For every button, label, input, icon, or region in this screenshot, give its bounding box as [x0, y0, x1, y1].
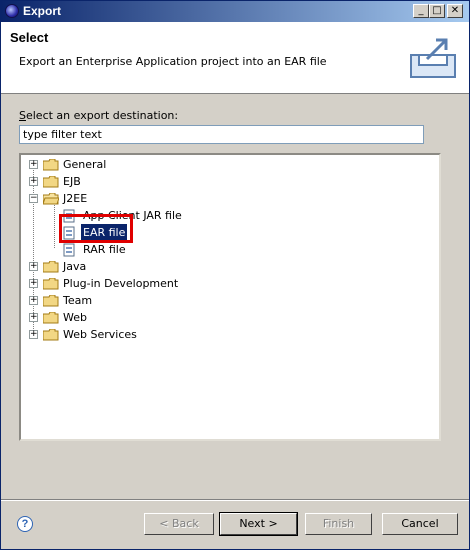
- open-folder-icon: [43, 193, 59, 205]
- expand-icon[interactable]: +: [29, 177, 38, 186]
- destination-tree[interactable]: + General + EJB − J2EE App Client JAR fi…: [19, 153, 441, 441]
- app-icon: [5, 4, 19, 18]
- tree-item-label: EJB: [63, 175, 81, 188]
- folder-icon: [43, 312, 59, 324]
- cancel-button[interactable]: Cancel: [382, 513, 458, 535]
- export-banner-icon: [410, 38, 456, 78]
- page-title: Select: [10, 30, 49, 45]
- expand-icon[interactable]: +: [29, 160, 38, 169]
- expand-icon[interactable]: +: [29, 296, 38, 305]
- tree-connector: [33, 165, 34, 333]
- destination-label-accel: S: [19, 109, 26, 122]
- destination-label-text: elect an export destination:: [25, 109, 179, 122]
- folder-icon: [43, 176, 59, 188]
- finish-button[interactable]: Finish: [305, 513, 372, 535]
- tree-item-label: Web Services: [63, 328, 137, 341]
- maximize-icon: □: [432, 5, 442, 16]
- file-icon: [63, 243, 75, 257]
- tree-item-label: J2EE: [63, 192, 88, 205]
- wizard-header: Select Export an Enterprise Application …: [1, 22, 469, 94]
- tree-item-label: Team: [63, 294, 93, 307]
- tree-item-label: Web: [63, 311, 87, 324]
- tree-item-label: Java: [63, 260, 87, 273]
- page-description: Export an Enterprise Application project…: [19, 55, 327, 68]
- filter-input[interactable]: type filter text: [19, 125, 424, 144]
- minimize-icon: _: [418, 5, 424, 16]
- button-bar-separator: [1, 499, 469, 501]
- collapse-icon[interactable]: −: [29, 194, 38, 203]
- folder-icon: [43, 261, 59, 273]
- export-dialog: Export _ □ ✕ Select Export an Enterprise…: [0, 0, 470, 550]
- next-button[interactable]: Next >: [219, 512, 298, 536]
- help-icon[interactable]: ?: [17, 516, 33, 532]
- folder-icon: [43, 159, 59, 171]
- folder-icon: [43, 295, 59, 307]
- close-button[interactable]: ✕: [447, 4, 463, 18]
- expand-icon[interactable]: +: [29, 262, 38, 271]
- title-bar[interactable]: Export _ □ ✕: [1, 1, 469, 22]
- destination-label: Select an export destination:: [19, 109, 178, 122]
- minimize-button[interactable]: _: [413, 4, 429, 18]
- window-title: Export: [23, 4, 62, 18]
- folder-icon: [43, 278, 59, 290]
- close-icon: ✕: [450, 5, 460, 16]
- tree-item-label: General: [63, 158, 107, 171]
- folder-icon: [43, 329, 59, 341]
- back-button[interactable]: < Back: [144, 513, 214, 535]
- expand-icon[interactable]: +: [29, 313, 38, 322]
- annotation-highlight-box: [59, 214, 133, 243]
- tree-item-label: Plug-in Development: [63, 277, 179, 290]
- tree-connector: [54, 200, 55, 248]
- maximize-button[interactable]: □: [429, 4, 445, 18]
- expand-icon[interactable]: +: [29, 330, 38, 339]
- expand-icon[interactable]: +: [29, 279, 38, 288]
- tree-item-label: RAR file: [83, 243, 126, 256]
